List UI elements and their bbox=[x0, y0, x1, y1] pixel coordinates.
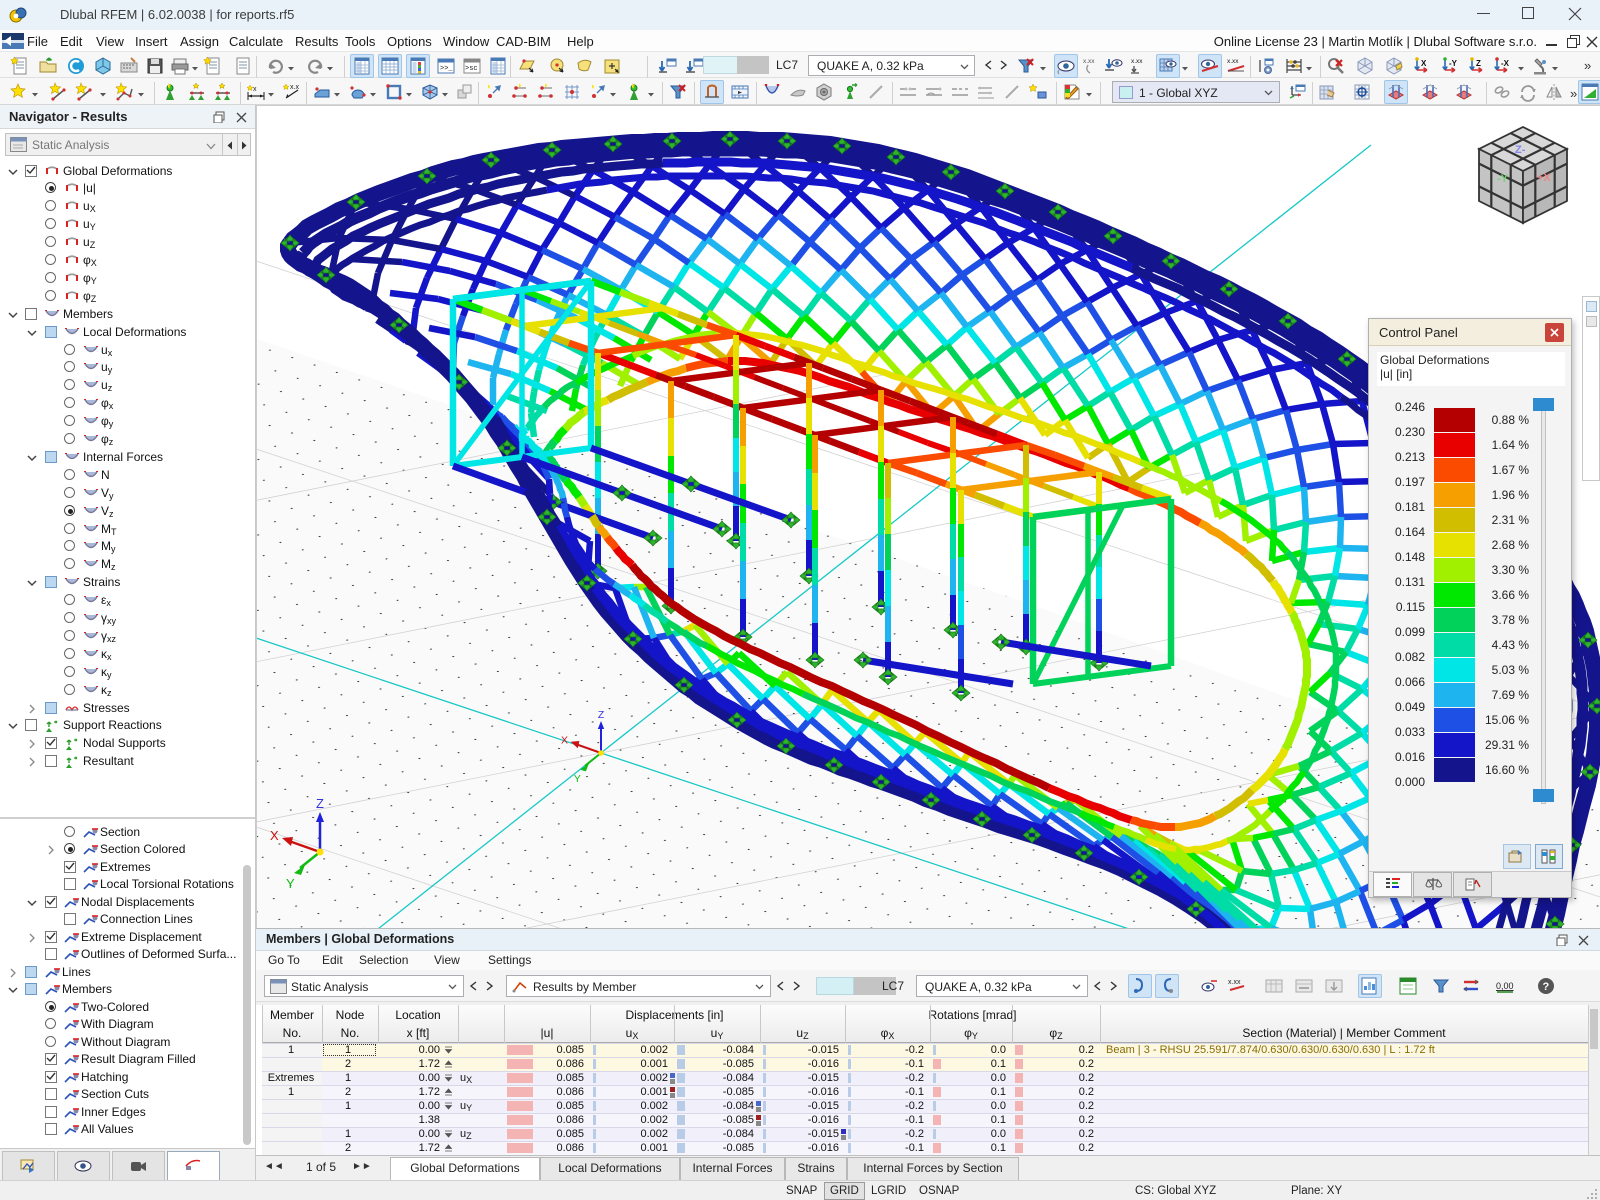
svg-text:X: X bbox=[270, 828, 279, 843]
svg-text:0,00: 0,00 bbox=[1496, 981, 1514, 991]
svg-text:x.xx: x.xx bbox=[1227, 58, 1239, 65]
svg-text:>>_: >>_ bbox=[440, 65, 453, 73]
svg-text:Y: Y bbox=[574, 774, 581, 785]
svg-text:Z-: Z- bbox=[1515, 144, 1526, 156]
svg-text:x.xx: x.xx bbox=[1131, 58, 1143, 65]
svg-text:Y: Y bbox=[286, 876, 295, 891]
svg-text:Z: Z bbox=[316, 796, 324, 811]
svg-text:-Y: -Y bbox=[1449, 59, 1458, 68]
svg-text:X: X bbox=[561, 735, 568, 746]
svg-text:x.x: x.x bbox=[290, 84, 299, 91]
svg-text:?: ? bbox=[1543, 981, 1550, 993]
svg-text:-X: -X bbox=[1501, 59, 1510, 68]
svg-text:X: X bbox=[1421, 59, 1427, 68]
svg-text:Z: Z bbox=[1476, 59, 1481, 68]
svg-text:x.xx: x.xx bbox=[1228, 979, 1241, 986]
svg-text:x.xx: x.xx bbox=[1083, 58, 1095, 65]
svg-text:>sc: >sc bbox=[465, 65, 478, 73]
svg-text:Z: Z bbox=[598, 710, 605, 721]
svg-text:-Y: -Y bbox=[1497, 173, 1509, 185]
svg-text:x: x bbox=[253, 86, 257, 93]
svg-text:+X: +X bbox=[1537, 172, 1551, 184]
